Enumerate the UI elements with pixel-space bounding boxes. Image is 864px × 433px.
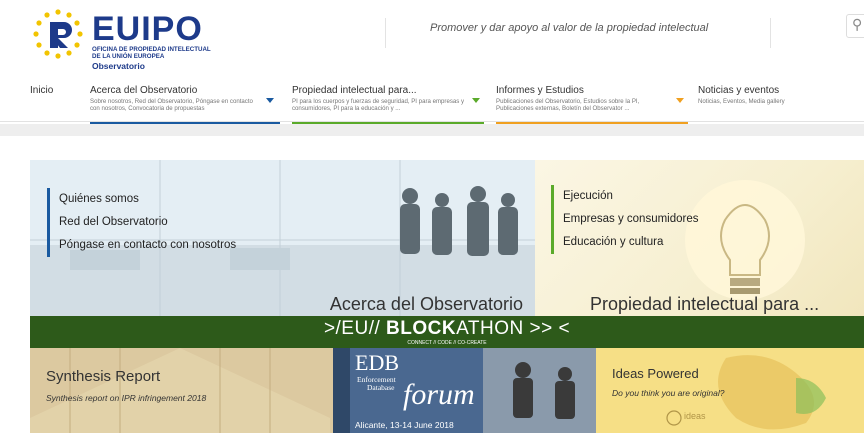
ip-link-list: Ejecución Empresas y consumidores Educac… [551, 185, 699, 254]
nav-item-title: Informes y Estudios [496, 85, 584, 96]
link-red-observatorio[interactable]: Red del Observatorio [59, 211, 236, 234]
nav-item-noticias[interactable]: Noticias y eventos Noticias, Eventos, Me… [698, 84, 864, 122]
edb-title: EDB [355, 350, 399, 375]
link-contacto[interactable]: Póngase en contacto con nosotros [59, 234, 236, 257]
chevron-down-icon[interactable] [472, 98, 480, 103]
blockathon-bold: BLOCK [386, 318, 457, 339]
blockathon-suffix: ATHON >> < [456, 318, 571, 339]
about-link-list: Quiénes somos Red del Observatorio Pónga… [47, 188, 236, 257]
tile-synthesis-title: Synthesis Report [46, 368, 161, 385]
logo-observatorio: Observatorio [92, 61, 145, 71]
tile-ip[interactable]: Ejecución Empresas y consumidores Educac… [535, 160, 864, 316]
header-divider [770, 18, 771, 48]
tile-ip-title: Propiedad intelectual para ... [590, 294, 820, 314]
nav-item-acerca[interactable]: Acerca del Observatorio Sobre nosotros, … [90, 84, 280, 124]
header-divider [385, 18, 386, 48]
chevron-down-icon[interactable] [266, 98, 274, 103]
nav-item-inicio[interactable]: Inicio [30, 84, 80, 122]
tile-about-title: Acerca del Observatorio [329, 294, 523, 314]
tile-synthesis-subtitle: Synthesis report on IPR infringement 201… [46, 393, 207, 403]
tile-about[interactable]: Quiénes somos Red del Observatorio Pónga… [30, 160, 535, 316]
nav-item-subtitle: Sobre nosotros, Red del Observatorio, Pó… [90, 98, 253, 112]
ideas-logo: ideas [666, 410, 716, 426]
link-ejecucion[interactable]: Ejecución [563, 185, 699, 208]
logo-line-1: OFICINA DE PROPIEDAD INTELECTUAL [92, 46, 211, 53]
edb-line-2: Database [367, 383, 395, 392]
blockathon-subtitle: CONNECT // CODE // CO-CREATE [407, 340, 487, 346]
tile-ideas-powered[interactable]: Ideas Powered Do you think you are origi… [596, 348, 864, 433]
link-educacion[interactable]: Educación y cultura [563, 231, 699, 254]
logo-line-2: DE LA UNIÓN EUROPEA [92, 53, 165, 60]
nav-item-informes[interactable]: Informes y Estudios Publicaciones del Ob… [496, 84, 688, 124]
ideas-logo-icon [666, 410, 682, 426]
nav-item-title: Acerca del Observatorio [90, 85, 198, 96]
site-tagline: Promover y dar apoyo al valor de la prop… [430, 22, 709, 34]
building-photo [30, 348, 333, 433]
eu-stars-icon [33, 9, 83, 59]
tile-edb-forum[interactable]: EDB Enforcement Database forum Alicante,… [333, 348, 596, 433]
main-nav: Inicio Acerca del Observatorio Sobre nos… [0, 84, 864, 124]
tile-ideas-subtitle: Do you think you are original? [612, 388, 725, 398]
nav-item-title: Propiedad intelectual para... [292, 85, 417, 96]
page: EUIPO OFICINA DE PROPIEDAD INTELECTUAL D… [0, 0, 864, 433]
edb-date: Alicante, 13-14 June 2018 [355, 420, 454, 430]
tile-synthesis[interactable]: Synthesis Report Synthesis report on IPR… [30, 348, 333, 433]
nav-item-title: Noticias y eventos [698, 85, 780, 96]
blockathon-title: >/EU// BLOCKATHON >> < [30, 316, 864, 342]
logo-wordmark: EUIPO [92, 10, 203, 48]
blockathon-banner[interactable]: >/EU// BLOCKATHON >> < CONNECT // CODE /… [30, 316, 864, 348]
link-quienes-somos[interactable]: Quiénes somos [59, 188, 236, 211]
ideas-logo-text: ideas [684, 411, 706, 421]
nav-item-propiedad[interactable]: Propiedad intelectual para... PI para lo… [292, 84, 484, 124]
search-button[interactable]: ⚲ [846, 14, 864, 38]
chevron-down-icon[interactable] [676, 98, 684, 103]
tile-ideas-title: Ideas Powered [612, 366, 699, 381]
edb-forum: forum [403, 378, 475, 411]
logo-text: EUIPO OFICINA DE PROPIEDAD INTELECTUAL D… [92, 12, 211, 71]
blockathon-text: >/EU// BLOCKATHON >> < CONNECT // CODE /… [30, 316, 864, 348]
search-icon: ⚲ [852, 17, 863, 33]
nav-subbar [0, 124, 864, 136]
nav-item-title: Inicio [30, 85, 54, 96]
nav-item-subtitle: PI para los cuerpos y fuerzas de segurid… [292, 98, 465, 112]
euipo-logo[interactable]: EUIPO OFICINA DE PROPIEDAD INTELECTUAL D… [30, 6, 270, 71]
site-header: EUIPO OFICINA DE PROPIEDAD INTELECTUAL D… [0, 0, 864, 80]
nav-item-subtitle: Publicaciones del Observatorio, Estudios… [496, 98, 640, 112]
link-empresas[interactable]: Empresas y consumidores [563, 208, 699, 231]
nav-item-subtitle: Noticias, Eventos, Media gallery [698, 98, 785, 105]
blockathon-prefix: >/EU// [323, 318, 387, 339]
